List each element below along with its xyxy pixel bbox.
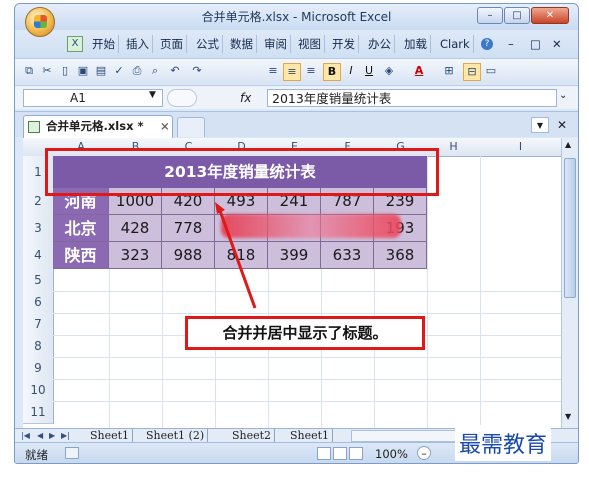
expand-formula-icon[interactable]: ⌄ (559, 90, 567, 101)
align-center-icon[interactable]: ≡ (283, 63, 301, 81)
zoom-level[interactable]: 100% (375, 447, 408, 461)
tab-clark[interactable]: Clark (437, 35, 474, 53)
ready-status: 就绪 (25, 448, 48, 462)
formula-separator (167, 89, 197, 107)
zoom-out-button[interactable]: – (417, 446, 431, 460)
formula-bar: A1 ▼ fx 2013年度销量统计表 ⌄ (15, 85, 578, 109)
next-sheet-icon[interactable]: ▶ (49, 429, 55, 443)
close-workbook-icon[interactable]: ✕ (553, 117, 571, 133)
page-break-view-icon[interactable] (349, 447, 363, 460)
align-right-icon[interactable]: ≡ (303, 63, 319, 79)
fill-color-icon[interactable]: ◈ (381, 63, 397, 79)
fx-icon[interactable]: fx (240, 89, 251, 107)
tab-addins[interactable]: 加载 (401, 35, 431, 53)
bold-button[interactable]: B (323, 63, 341, 81)
cut-icon[interactable]: ✂ (39, 63, 55, 79)
tab-data[interactable]: 数据 (227, 35, 257, 53)
new-tab-button[interactable] (177, 117, 205, 137)
prev-sheet-icon[interactable]: ◀ (37, 429, 43, 443)
ribbon-restore-button[interactable]: □ (527, 35, 544, 53)
save-icon[interactable]: ▣ (75, 63, 91, 79)
macro-record-icon[interactable] (65, 447, 79, 459)
name-box[interactable]: A1 (23, 89, 163, 107)
maximize-button[interactable]: □ (504, 7, 530, 24)
document-tab[interactable]: 合并单元格.xlsx * × (23, 115, 173, 138)
close-button[interactable]: ✕ (531, 7, 569, 24)
tab-view[interactable]: 视图 (295, 35, 325, 53)
tab-office[interactable]: 办公 (365, 35, 395, 53)
tab-formulas[interactable]: 公式 (193, 35, 223, 53)
ribbon-minimize-button[interactable]: – (505, 35, 517, 53)
scroll-thumb[interactable] (564, 158, 576, 298)
minimize-button[interactable]: – (477, 7, 503, 24)
title-bar: 合并单元格.xlsx - Microsoft Excel – □ ✕ (15, 4, 578, 30)
spell-check-icon[interactable]: ✓ (111, 63, 127, 79)
ribbon-close-button[interactable]: ✕ (549, 35, 565, 53)
sheet-tab[interactable]: Sheet1 (87, 429, 134, 443)
callout-arrows (215, 202, 257, 309)
excel-window: 合并单元格.xlsx - Microsoft Excel – □ ✕ X 开始 … (14, 3, 579, 464)
document-tab-strip: 合并单元格.xlsx * × ▼ ✕ (15, 111, 578, 138)
sheet-tab[interactable]: Sheet1 (2) (143, 429, 209, 443)
tab-home[interactable]: 开始 (89, 35, 119, 53)
document-tab-close[interactable]: × (160, 116, 170, 137)
scroll-up-icon[interactable]: ▲ (565, 140, 571, 149)
underline-button[interactable]: U (361, 63, 377, 79)
last-sheet-icon[interactable]: ▶| (61, 429, 70, 443)
italic-button[interactable]: I (343, 63, 359, 79)
watermark-text: 最需教育 (455, 425, 552, 461)
document-tab-label: 合并单元格.xlsx * (46, 119, 144, 133)
formula-input[interactable]: 2013年度销量统计表 (267, 89, 557, 107)
sheet-tab[interactable]: Sheet1 (287, 429, 334, 443)
redo-icon[interactable]: ↷ (189, 63, 205, 79)
first-sheet-icon[interactable]: |◀ (21, 429, 30, 443)
print-icon[interactable]: ⎙ (129, 63, 145, 79)
sheet-tab[interactable]: Sheet2 (229, 429, 276, 443)
borders-icon[interactable]: ⊞ (441, 63, 457, 79)
align-left-icon[interactable]: ≡ (265, 63, 281, 79)
quick-toolbar: ⧉ ✂ ▯ ▣ ▤ ✓ ⎙ ⌕ ↶ ↷ ≡ ≡ ≡ B I U ◈ A ⊞ ⊟ … (15, 58, 578, 84)
spreadsheet-grid[interactable]: A B C D E F G H I 1 2 3 4 5 6 7 8 9 10 1… (23, 138, 561, 428)
wrap-icon[interactable]: ▭ (483, 63, 499, 79)
tab-insert[interactable]: 插入 (123, 35, 153, 53)
workbook-icon (28, 121, 40, 133)
vertical-scrollbar[interactable]: ▲ ▼ (561, 138, 578, 428)
font-color-button[interactable]: A (411, 63, 427, 79)
merge-center-icon[interactable]: ⊟ (463, 63, 481, 81)
office-logo-icon (34, 15, 47, 28)
arrow-line (217, 207, 257, 309)
save-as-icon[interactable]: ▤ (93, 63, 109, 79)
print-preview-icon[interactable]: ⌕ (147, 63, 163, 79)
tab-review[interactable]: 审阅 (261, 35, 291, 53)
undo-icon[interactable]: ↶ (167, 63, 183, 79)
excel-icon[interactable]: X (67, 36, 83, 52)
tab-page-layout[interactable]: 页面 (157, 35, 187, 53)
scroll-down-icon[interactable]: ▼ (565, 412, 571, 421)
help-icon[interactable]: ? (481, 38, 493, 50)
new-icon[interactable]: ▯ (57, 63, 73, 79)
ribbon-tabs: X 开始 插入 页面 公式 数据 审阅 视图 开发 办公 加载 Clark ? … (15, 30, 578, 58)
tab-developer[interactable]: 开发 (329, 35, 359, 53)
office-button[interactable] (25, 7, 55, 37)
annotation-callout: 合并并居中显示了标题。 (185, 316, 425, 350)
name-box-dropdown-icon[interactable]: ▼ (149, 90, 156, 100)
normal-view-icon[interactable] (317, 447, 331, 460)
tab-list-icon[interactable]: ▼ (531, 117, 549, 133)
page-layout-view-icon[interactable] (333, 447, 347, 460)
copy-icon[interactable]: ⧉ (21, 63, 37, 79)
